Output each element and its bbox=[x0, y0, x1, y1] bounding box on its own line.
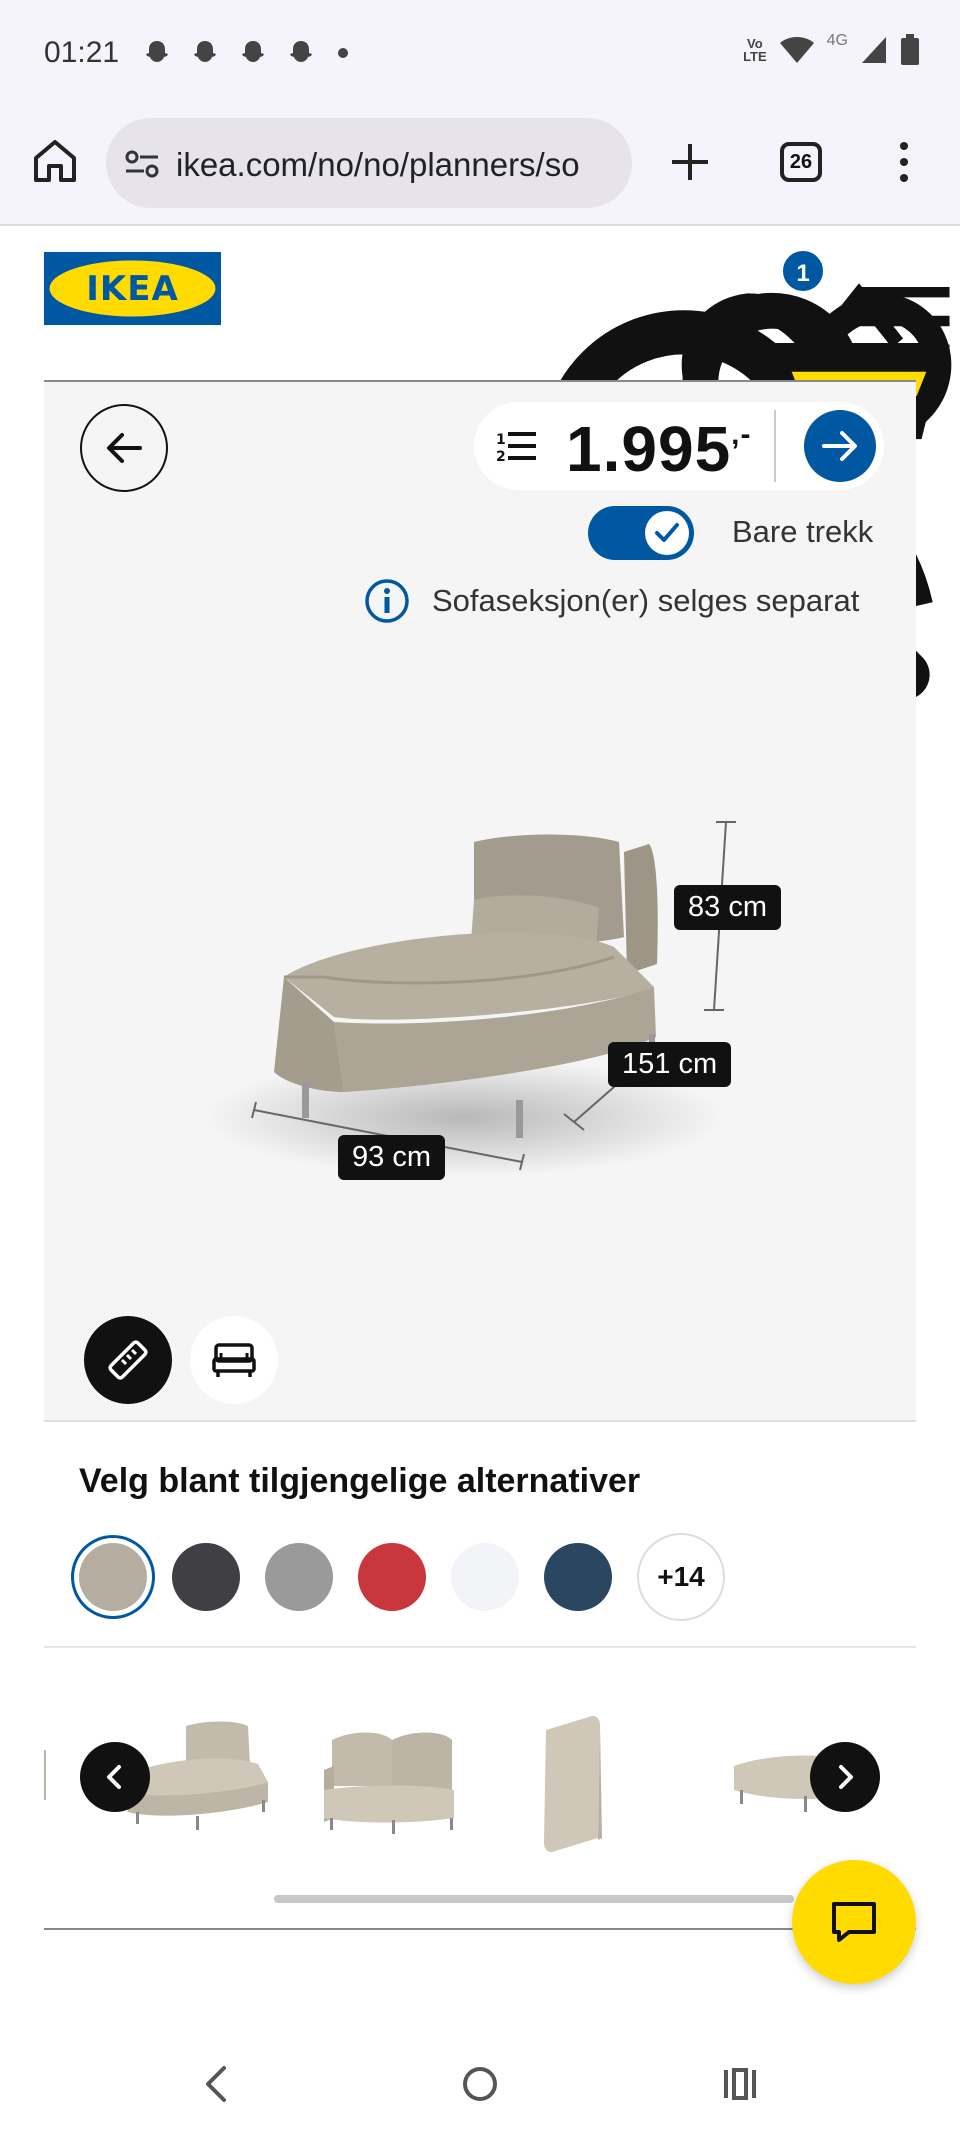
continue-button[interactable] bbox=[804, 410, 876, 482]
covers-only-toggle[interactable] bbox=[588, 506, 694, 560]
address-bar[interactable]: ikea.com/no/no/planners/so bbox=[106, 118, 632, 208]
hamburger-menu-icon[interactable] bbox=[850, 266, 960, 376]
snapchat-icon bbox=[242, 41, 264, 62]
options-title: Velg blant tilgjengelige alternativer bbox=[79, 1462, 641, 1500]
site-settings-icon[interactable] bbox=[124, 149, 160, 179]
more-notifications-dot bbox=[338, 48, 348, 58]
ruler-icon bbox=[108, 1340, 148, 1380]
partial-product-thumbnail[interactable] bbox=[44, 1690, 52, 1870]
height-dimension-label: 83 cm bbox=[674, 885, 781, 930]
info-notice: Sofaseksjon(er) selges separat bbox=[364, 578, 859, 624]
android-nav-bar bbox=[0, 2030, 960, 2134]
chevron-left-icon bbox=[107, 1765, 121, 1789]
snapchat-icon bbox=[194, 41, 216, 62]
measurements-toggle-button[interactable] bbox=[84, 1316, 172, 1404]
svg-text:1: 1 bbox=[496, 432, 506, 448]
svg-text:2: 2 bbox=[496, 449, 506, 464]
numbered-list-icon: 1 2 bbox=[496, 432, 536, 464]
nav-recents-icon[interactable] bbox=[720, 2064, 760, 2104]
status-time: 01:21 bbox=[44, 36, 120, 69]
backrest-cushion-thumbnail[interactable] bbox=[506, 1690, 666, 1870]
tab-switcher-button[interactable]: 26 bbox=[780, 142, 822, 182]
url-text: ikea.com/no/no/planners/so bbox=[176, 146, 580, 183]
total-price: 1.995,- bbox=[566, 412, 751, 486]
corner-section-thumbnail[interactable] bbox=[312, 1690, 472, 1870]
carousel-prev-button[interactable] bbox=[80, 1742, 150, 1812]
nav-back-icon[interactable] bbox=[200, 2064, 232, 2104]
bed-icon bbox=[212, 1343, 256, 1377]
svg-text:IKEA: IKEA bbox=[86, 269, 179, 309]
carousel-scrollbar[interactable] bbox=[274, 1895, 794, 1903]
ikea-logo-graphic: IKEA bbox=[49, 260, 216, 317]
lte-label: LTE bbox=[743, 49, 767, 64]
wifi-icon bbox=[779, 37, 814, 63]
toggle-label: Bare trekk bbox=[732, 514, 874, 549]
info-text: Sofaseksjon(er) selges separat bbox=[432, 583, 860, 618]
status-bar: 01:21 Vo LTE 4G bbox=[0, 0, 960, 110]
system-icons: Vo LTE 4G bbox=[743, 32, 920, 66]
new-tab-icon[interactable] bbox=[668, 140, 712, 184]
arrow-left-icon bbox=[107, 433, 142, 463]
toggle-knob bbox=[645, 511, 689, 555]
browser-menu-icon[interactable] bbox=[896, 140, 912, 184]
home-icon[interactable] bbox=[30, 136, 80, 186]
snapchat-icon bbox=[146, 41, 168, 62]
ikea-logo[interactable]: IKEA bbox=[44, 252, 221, 325]
carousel-divider bbox=[44, 1928, 916, 1930]
price-value: 1.995 bbox=[566, 413, 732, 485]
carousel-next-button[interactable] bbox=[810, 1742, 880, 1812]
swatch-red[interactable] bbox=[358, 1543, 426, 1611]
info-icon bbox=[365, 579, 409, 623]
swatch-grey[interactable] bbox=[265, 1543, 333, 1611]
planner-canvas[interactable]: 1 2 1.995,- Bare trekk Sofaseksjon(er) s… bbox=[44, 382, 916, 1420]
back-button[interactable] bbox=[80, 404, 168, 492]
more-colours-button[interactable]: +14 bbox=[637, 1533, 725, 1621]
cell-type-label: 4G bbox=[826, 32, 848, 49]
swatch-white[interactable] bbox=[451, 1543, 519, 1611]
width-dimension-label: 93 cm bbox=[338, 1135, 445, 1180]
signal-icon bbox=[862, 37, 886, 63]
nav-home-icon[interactable] bbox=[460, 2064, 500, 2104]
site-header: IKEA 1 bbox=[0, 228, 960, 700]
chevron-right-icon bbox=[839, 1765, 853, 1789]
volte-indicator: Vo LTE bbox=[743, 37, 767, 63]
section-carousel[interactable] bbox=[44, 1690, 916, 1870]
swatch-beige[interactable] bbox=[79, 1543, 147, 1611]
arrow-right-icon bbox=[822, 431, 857, 461]
room-view-button[interactable] bbox=[190, 1316, 278, 1404]
price-suffix: ,- bbox=[731, 418, 752, 451]
swatch-dark-grey[interactable] bbox=[172, 1543, 240, 1611]
colour-swatches: +14 bbox=[79, 1533, 725, 1621]
battery-icon bbox=[901, 34, 919, 65]
snapchat-icon bbox=[290, 41, 312, 62]
browser-toolbar: ikea.com/no/no/planners/so 26 bbox=[0, 110, 960, 226]
checkmark-icon bbox=[655, 523, 679, 542]
price-separator bbox=[774, 410, 776, 482]
notification-icons bbox=[142, 38, 348, 68]
depth-dimension-label: 151 cm bbox=[608, 1042, 732, 1087]
chat-bubble-icon bbox=[832, 1902, 876, 1942]
chat-button[interactable] bbox=[792, 1860, 916, 1984]
cart-count-badge: 1 bbox=[780, 248, 826, 294]
canvas-divider bbox=[44, 1420, 916, 1422]
options-divider bbox=[44, 1646, 916, 1648]
chaise-longue-3d-view[interactable] bbox=[44, 722, 916, 1282]
price-summary[interactable]: 1 2 1.995,- bbox=[474, 402, 884, 490]
swatch-blue[interactable] bbox=[544, 1543, 612, 1611]
